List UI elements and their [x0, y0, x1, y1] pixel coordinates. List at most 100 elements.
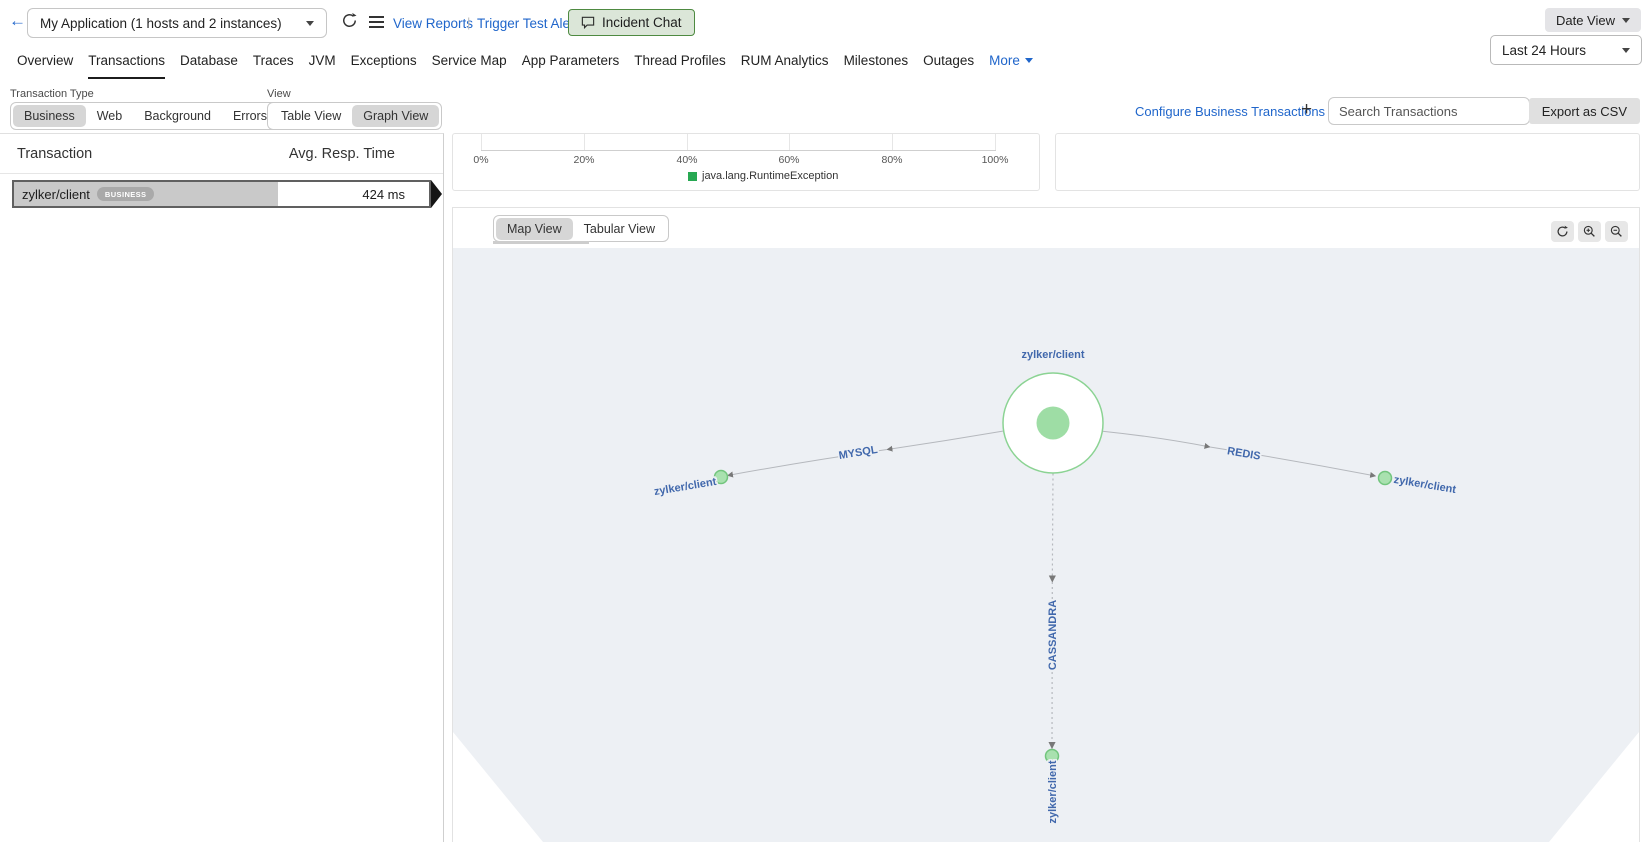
chevron-down-icon [1622, 48, 1630, 53]
transaction-type-business[interactable]: Business [13, 105, 86, 127]
tab-thread-profiles[interactable]: Thread Profiles [634, 53, 726, 77]
tab-underbar [493, 241, 589, 244]
selected-row-arrow-icon [431, 180, 442, 208]
empty-panel [1055, 133, 1640, 191]
add-icon[interactable]: + [1301, 99, 1312, 121]
map-view-tab[interactable]: Map View [496, 218, 573, 240]
gridline [995, 134, 996, 150]
view-graph-view[interactable]: Graph View [352, 105, 439, 127]
column-avg-resp-time: Avg. Resp. Time [289, 146, 395, 162]
nav-tabs: Overview Transactions Database Traces JV… [17, 53, 1033, 79]
column-transaction: Transaction [17, 146, 92, 162]
tick-label: 0% [473, 154, 488, 166]
refresh-icon[interactable] [341, 12, 358, 34]
map-controls [1551, 221, 1628, 242]
search-input[interactable] [1328, 97, 1530, 125]
time-range-value: Last 24 Hours [1502, 43, 1586, 58]
legend-label: java.lang.RuntimeException [702, 170, 838, 182]
tab-transactions[interactable]: Transactions [88, 53, 165, 79]
tab-service-map[interactable]: Service Map [432, 53, 507, 77]
transaction-type-badge: BUSINESS [97, 187, 155, 201]
map-node-center-label: zylker/client [1022, 349, 1085, 361]
edge-redis [1103, 431, 1210, 447]
gridline [584, 134, 585, 150]
tab-jvm[interactable]: JVM [309, 53, 336, 77]
table-row[interactable]: zylker/client BUSINESS 424 ms [12, 180, 431, 208]
tab-rum-analytics[interactable]: RUM Analytics [741, 53, 829, 77]
x-axis [481, 150, 996, 151]
map-node-mysql[interactable] [715, 471, 728, 484]
view-table-view[interactable]: Table View [270, 105, 352, 127]
zoom-out-button[interactable] [1605, 221, 1628, 242]
incident-chat-button[interactable]: Incident Chat [568, 9, 695, 36]
menu-icon[interactable] [369, 16, 384, 31]
zoom-in-button[interactable] [1578, 221, 1601, 242]
edge-mysql [887, 431, 1004, 450]
trigger-test-alert-link[interactable]: Trigger Test Alert [477, 16, 578, 31]
gridline [687, 134, 688, 150]
incident-chat-label: Incident Chat [602, 15, 682, 30]
view-group: Table View Graph View [267, 102, 442, 130]
avg-resp-time-value: 424 ms [362, 187, 405, 202]
zoom-in-icon [1583, 225, 1596, 238]
transactions-list-panel: Transaction Avg. Resp. Time zylker/clien… [0, 133, 444, 842]
application-selector[interactable]: My Application (1 hosts and 2 instances) [27, 8, 327, 38]
separator: | [467, 15, 470, 30]
tab-app-parameters[interactable]: App Parameters [522, 53, 620, 77]
tab-outages[interactable]: Outages [923, 53, 974, 77]
chart-legend: java.lang.RuntimeException [688, 170, 838, 182]
transaction-type-web[interactable]: Web [86, 105, 133, 127]
export-csv-button[interactable]: Export as CSV [1529, 98, 1640, 124]
refresh-icon-glyph [341, 12, 358, 29]
tab-more-label: More [989, 53, 1020, 68]
gridline [789, 134, 790, 150]
service-map-panel: Map View Tabular View [452, 207, 1640, 842]
map-node-cassandra-label: zylker/client [1047, 760, 1059, 823]
view-reports-link[interactable]: View Reports [393, 16, 473, 31]
transaction-name-cell: zylker/client BUSINESS [14, 182, 278, 206]
transaction-type-background[interactable]: Background [133, 105, 222, 127]
transaction-name: zylker/client [22, 187, 90, 202]
tab-database[interactable]: Database [180, 53, 238, 77]
service-map-canvas[interactable]: MYSQL REDIS CASSANDRA zylker/client zylk… [453, 248, 1639, 842]
map-node-mysql-label: zylker/client [653, 476, 717, 498]
gridline [481, 134, 482, 150]
date-view-label: Date View [1556, 13, 1615, 28]
chevron-down-icon [306, 21, 314, 26]
map-node-redis[interactable] [1379, 472, 1392, 485]
zoom-out-icon [1610, 225, 1623, 238]
avg-resp-time-cell: 424 ms [278, 182, 429, 206]
tick-label: 100% [982, 154, 1009, 166]
map-refresh-button[interactable] [1551, 221, 1574, 242]
time-range-selector[interactable]: Last 24 Hours [1490, 35, 1642, 65]
tick-label: 80% [881, 154, 902, 166]
refresh-icon [1556, 225, 1569, 238]
transaction-type-group: Business Web Background Errors [10, 102, 281, 130]
view-label: View [267, 88, 291, 100]
tab-more[interactable]: More [989, 53, 1033, 77]
tab-milestones[interactable]: Milestones [844, 53, 909, 77]
tick-label: 60% [778, 154, 799, 166]
configure-business-transactions-link[interactable]: Configure Business Transactions [1135, 104, 1325, 119]
transaction-type-label: Transaction Type [10, 88, 94, 100]
tab-overview[interactable]: Overview [17, 53, 73, 77]
edge-label-redis: REDIS [1226, 445, 1261, 462]
legend-swatch [688, 172, 697, 181]
edge-label-mysql: MYSQL [838, 444, 879, 462]
chevron-down-icon [1025, 58, 1033, 63]
exception-chart-panel: 0% 20% 40% 60% 80% 100% java.lang.Runtim… [452, 133, 1040, 191]
gridline [892, 134, 893, 150]
tab-exceptions[interactable]: Exceptions [351, 53, 417, 77]
date-view-button[interactable]: Date View [1545, 8, 1641, 32]
tick-label: 20% [573, 154, 594, 166]
map-node-redis-label: zylker/client [1393, 474, 1457, 496]
back-icon[interactable]: ← [9, 11, 26, 31]
service-map-graph: MYSQL REDIS CASSANDRA zylker/client zylk… [453, 248, 1639, 842]
table-header: Transaction Avg. Resp. Time [0, 134, 443, 174]
map-node-center-dot [1037, 407, 1070, 440]
application-selector-value: My Application (1 hosts and 2 instances) [40, 16, 282, 31]
apm-transactions-page: ← My Application (1 hosts and 2 instance… [0, 0, 1648, 842]
tab-traces[interactable]: Traces [253, 53, 294, 77]
tabular-view-tab[interactable]: Tabular View [573, 218, 666, 240]
chat-icon [581, 16, 595, 29]
